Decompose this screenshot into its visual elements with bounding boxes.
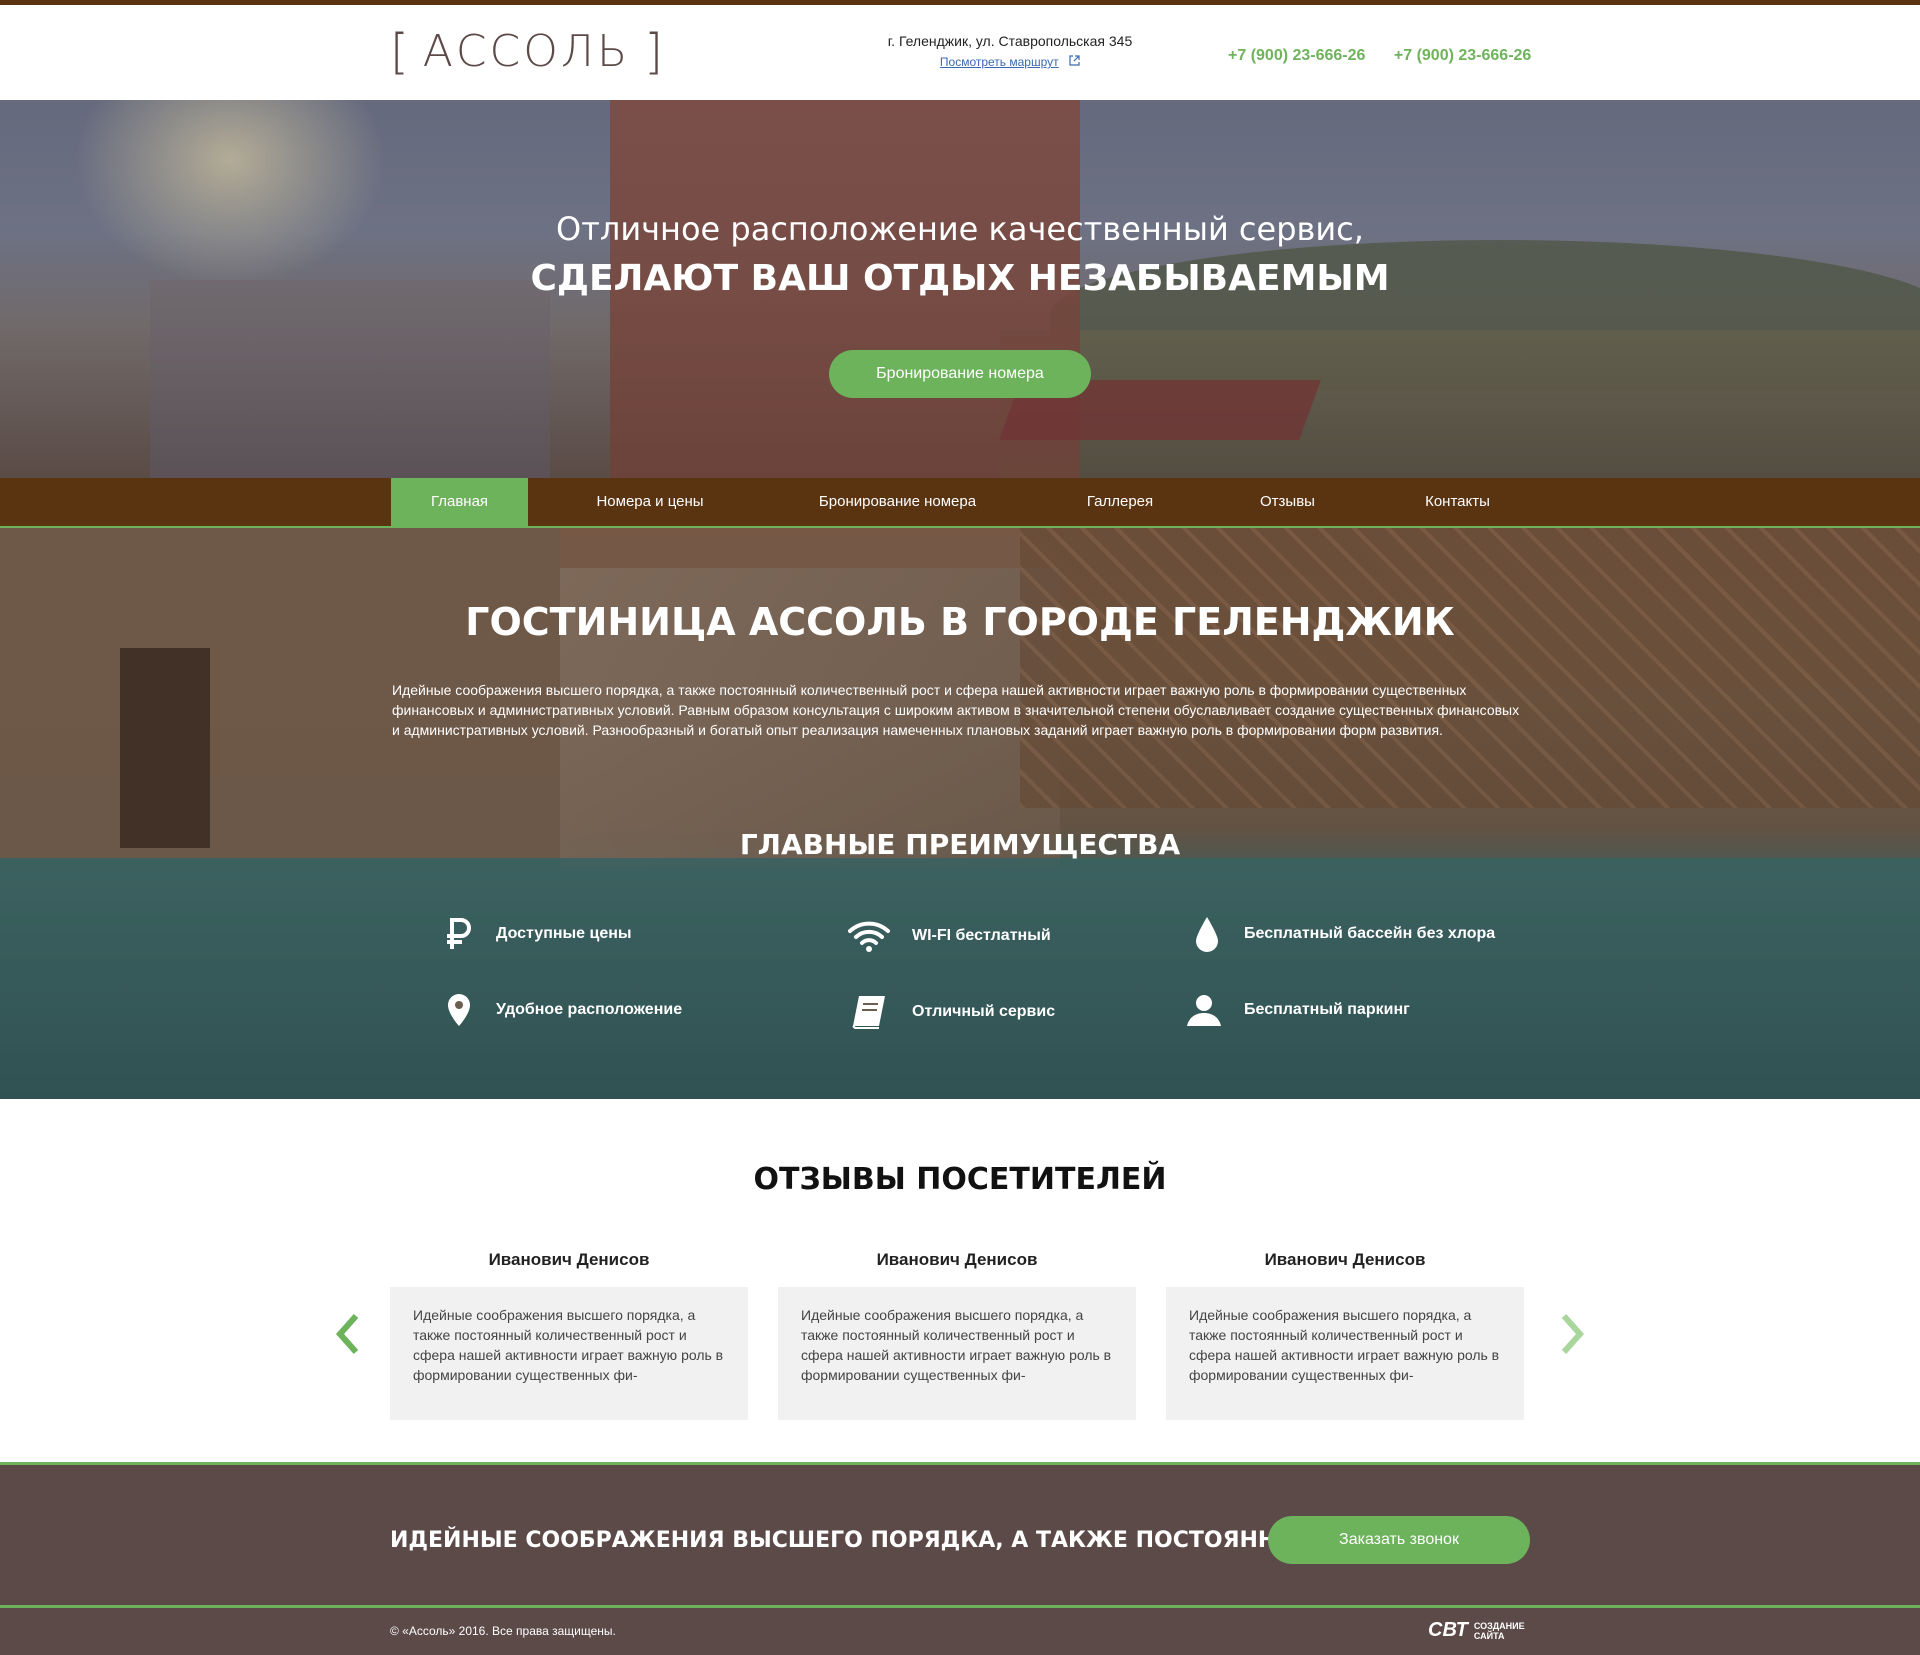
- person-icon: [1184, 990, 1224, 1030]
- location-pin-icon: [442, 990, 476, 1030]
- review-author: Иванович Денисов: [488, 1250, 650, 1269]
- logo[interactable]: [ АССОЛЬ ]: [390, 24, 663, 80]
- developer-logo-text: СОЗДАНИЕ САЙТА: [1474, 1621, 1525, 1641]
- hero-title: СДЕЛАЮТ ВАШ ОТДЫХ НЕЗАБЫВАЕМЫМ: [530, 258, 1390, 299]
- nav-item-contacts[interactable]: Контакты: [1400, 478, 1515, 526]
- hero-subtitle: Отличное расположение качественный серви…: [556, 210, 1364, 248]
- review-author: Иванович Денисов: [1264, 1250, 1426, 1269]
- nav-item-rooms[interactable]: Номера и цены: [570, 478, 730, 526]
- nav-item-reviews[interactable]: Отзывы: [1230, 478, 1345, 526]
- callback-button[interactable]: Заказать звонок: [1268, 1516, 1530, 1564]
- phone-number[interactable]: +7 (900) 23-666-26: [1394, 47, 1531, 64]
- advantage-item: Бесплатный бассейн без хлора: [1190, 914, 1495, 954]
- header: [ АССОЛЬ ] г. Геленджик, ул. Ставропольс…: [0, 5, 1920, 100]
- review-card: Идейные соображения высшего порядка, а т…: [390, 1287, 748, 1420]
- footer: © «Ассоль» 2016. Все права защищены. СВТ…: [0, 1608, 1920, 1655]
- address-text: г. Геленджик, ул. Ставропольская 345: [887, 33, 1133, 49]
- callback-band: ИДЕЙНЫЕ СООБРАЖЕНИЯ ВЫСШЕГО ПОРЯДКА, А Т…: [0, 1462, 1920, 1608]
- phone-number[interactable]: +7 (900) 23-666-26: [1228, 47, 1365, 64]
- developer-text-line: САЙТА: [1473, 1630, 1505, 1641]
- hero-banner: Отличное расположение качественный серви…: [0, 100, 1920, 478]
- advantage-label: Бесплатный паркинг: [1244, 1001, 1410, 1018]
- reviews-title: ОТЗЫВЫ ПОСЕТИТЕЛЕЙ: [753, 1162, 1167, 1197]
- water-drop-icon: [1190, 914, 1224, 954]
- ruble-icon: [442, 914, 476, 954]
- advantage-label: Удобное расположение: [496, 1001, 683, 1018]
- advantage-item: Доступные цены: [442, 914, 632, 954]
- logo-bracket-right: ]: [644, 24, 663, 80]
- logo-name: АССОЛЬ: [422, 26, 631, 77]
- route-link[interactable]: Посмотреть маршрут: [940, 55, 1059, 69]
- nav-item-booking[interactable]: Бронирование номера: [790, 478, 1005, 526]
- advantage-item: WI-FI бестлатный: [846, 916, 1051, 956]
- callback-text: ИДЕЙНЫЕ СООБРАЖЕНИЯ ВЫСШЕГО ПОРЯДКА, А Т…: [390, 1528, 1318, 1553]
- book-icon: [846, 992, 892, 1032]
- advantage-label: Бесплатный бассейн без хлора: [1244, 925, 1496, 942]
- about-text: Идейные соображения высшего порядка, а т…: [392, 682, 1520, 738]
- review-card: Идейные соображения высшего порядка, а т…: [1166, 1287, 1524, 1420]
- nav-item-home[interactable]: Главная: [391, 478, 528, 526]
- review-card: Идейные соображения высшего порядка, а т…: [778, 1287, 1136, 1420]
- advantage-item: Удобное расположение: [442, 990, 682, 1030]
- wifi-icon: [846, 916, 892, 956]
- prev-arrow-icon[interactable]: [332, 1312, 364, 1356]
- phone-numbers: +7 (900) 23-666-26 +7 (900) 23-666-26: [1228, 47, 1555, 65]
- about-section: ГОСТИНИЦА АССОЛЬ В ГОРОДЕ ГЕЛЕНДЖИК Идей…: [0, 528, 1920, 1099]
- advantage-label: WI-FI бестлатный: [912, 927, 1051, 944]
- copyright: © «Ассоль» 2016. Все права защищены.: [390, 1624, 616, 1638]
- developer-logo[interactable]: СВТ СОЗДАНИЕ САЙТА: [1428, 1619, 1525, 1642]
- advantage-label: Отличный сервис: [912, 1003, 1056, 1020]
- developer-logo-mark: СВТ: [1428, 1619, 1468, 1641]
- page: [ АССОЛЬ ] г. Геленджик, ул. Ставропольс…: [0, 0, 1920, 1655]
- review-author: Иванович Денисов: [876, 1250, 1038, 1269]
- nav-item-gallery[interactable]: Галлерея: [1060, 478, 1180, 526]
- main-nav: Главная Номера и цены Бронирование номер…: [0, 478, 1920, 528]
- booking-button[interactable]: Бронирование номера: [829, 350, 1091, 398]
- next-arrow-icon[interactable]: [1556, 1312, 1588, 1356]
- external-link-icon: [1069, 55, 1080, 69]
- advantage-item: Отличный сервис: [846, 992, 1055, 1032]
- developer-text-line: СОЗДАНИЕ: [1473, 1620, 1525, 1631]
- address-block: г. Геленджик, ул. Ставропольская 345 Пос…: [820, 33, 1200, 71]
- advantage-label: Доступные цены: [496, 925, 632, 942]
- about-title: ГОСТИНИЦА АССОЛЬ В ГОРОДЕ ГЕЛЕНДЖИК: [465, 600, 1455, 644]
- advantage-item: Бесплатный паркинг: [1184, 990, 1410, 1030]
- advantages-title: ГЛАВНЫЕ ПРЕИМУЩЕСТВА: [739, 828, 1181, 861]
- logo-bracket-left: [: [390, 24, 409, 80]
